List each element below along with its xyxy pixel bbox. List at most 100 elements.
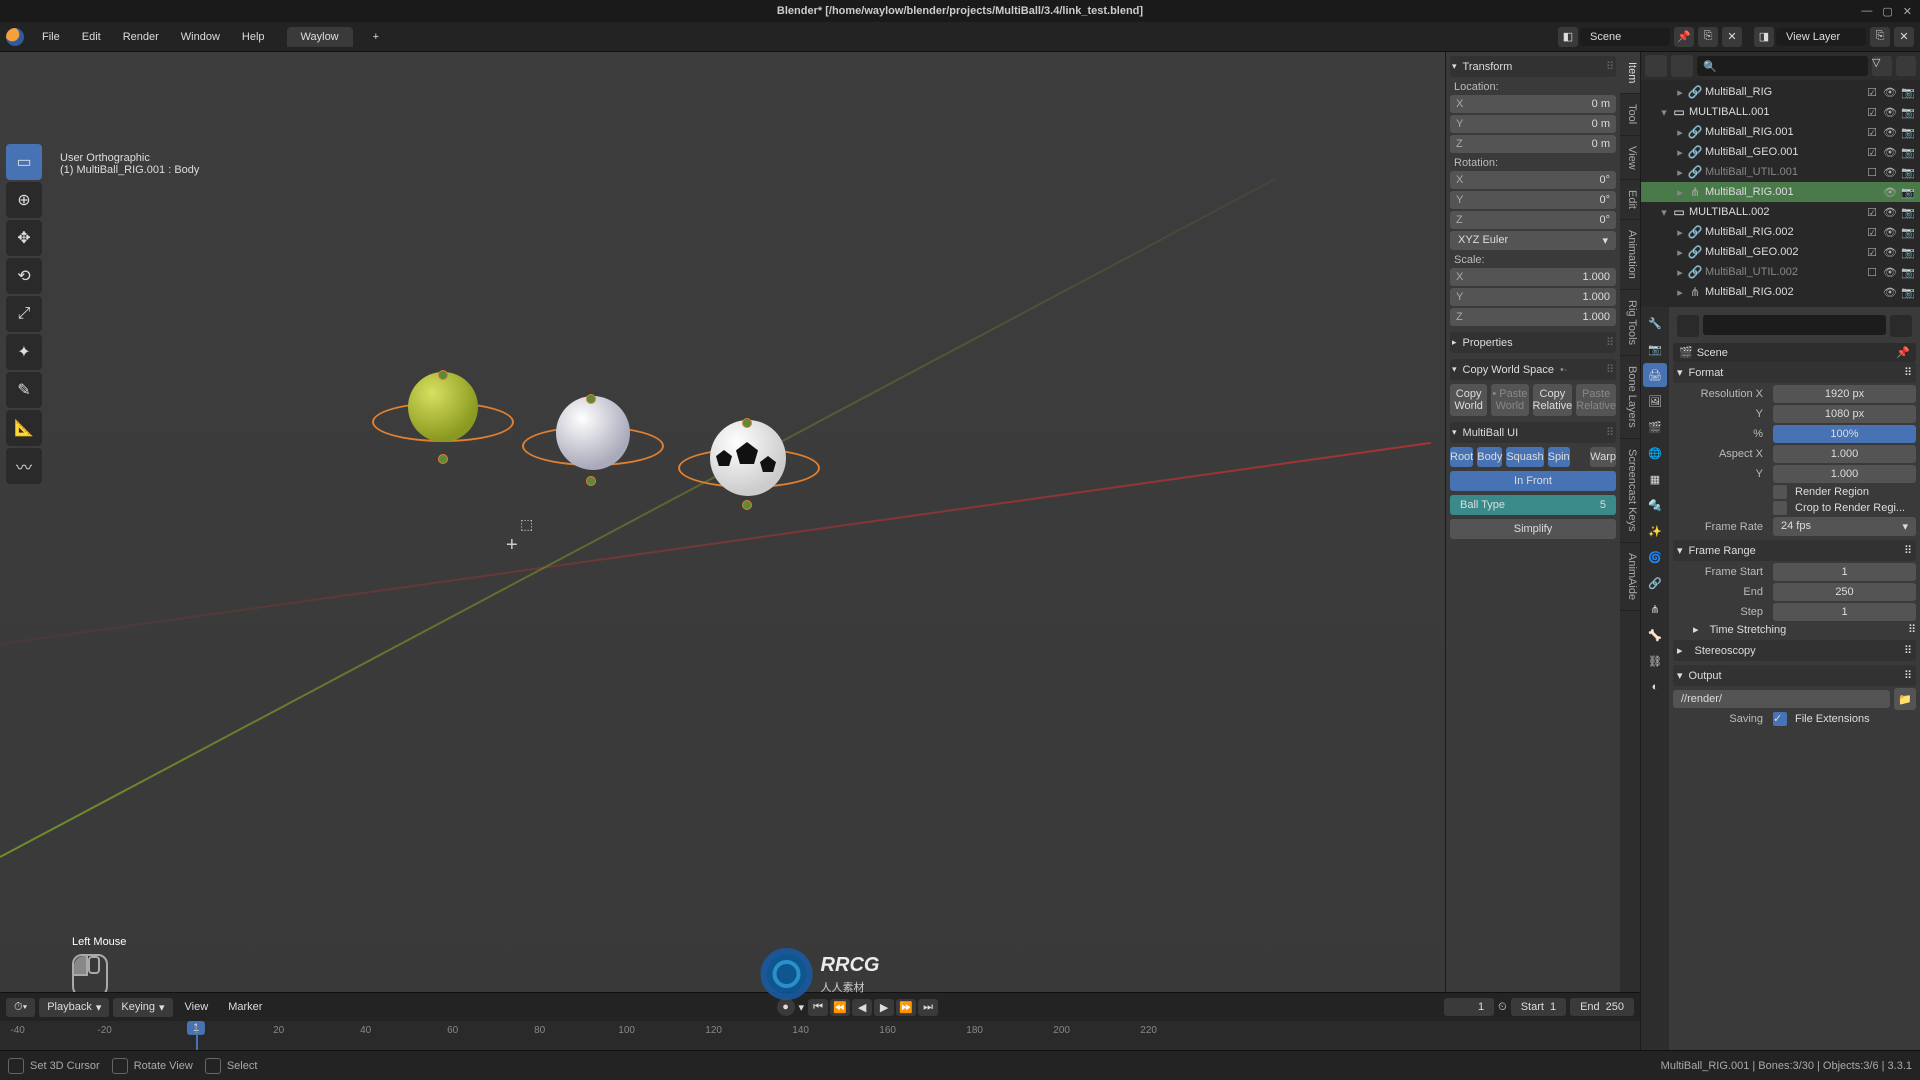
rig-handle[interactable]: [438, 370, 448, 380]
current-frame-input[interactable]: 1: [1444, 998, 1494, 1016]
visibility-eye-icon[interactable]: 👁: [1882, 106, 1898, 119]
disclosure-triangle-icon[interactable]: ▾: [1657, 206, 1671, 219]
tl-start-input[interactable]: Start1: [1511, 998, 1566, 1016]
output-header[interactable]: ▾Output⠿: [1673, 665, 1916, 686]
proptab-modifier-icon[interactable]: 🔩: [1643, 493, 1667, 517]
renderable-camera-icon[interactable]: 📷: [1900, 266, 1916, 279]
renderable-camera-icon[interactable]: 📷: [1900, 166, 1916, 179]
tool-move[interactable]: ✥: [6, 220, 42, 256]
play-icon[interactable]: ▶: [874, 999, 894, 1016]
jump-start-icon[interactable]: ⏮: [808, 999, 828, 1016]
menu-edit[interactable]: Edit: [72, 27, 111, 47]
npanel-tab-animaide[interactable]: AnimAide: [1620, 543, 1640, 611]
aspectx-input[interactable]: 1.000: [1773, 445, 1916, 463]
autokey-toggle-icon[interactable]: ●: [777, 998, 795, 1016]
spin-button[interactable]: Spin: [1548, 447, 1570, 467]
npanel-tab-rig-tools[interactable]: Rig Tools: [1620, 290, 1640, 356]
proptab-viewlayer-icon[interactable]: 🖼: [1643, 389, 1667, 413]
npanel-tab-view[interactable]: View: [1620, 136, 1640, 181]
outliner-row[interactable]: ▸⋔MultiBall_RIG.002👁📷: [1641, 282, 1920, 302]
enable-checkbox-icon[interactable]: [1864, 286, 1880, 299]
minimize-icon[interactable]: —: [1861, 5, 1872, 18]
timeline-ruler[interactable]: 1 -40-20120406080100120140160180200220: [0, 1021, 1640, 1051]
disclosure-triangle-icon[interactable]: ▸: [1673, 286, 1687, 299]
copy-relative-button[interactable]: Copy Relative: [1533, 384, 1573, 416]
proptab-render-icon[interactable]: 📷: [1643, 337, 1667, 361]
proptab-object-icon[interactable]: ▦: [1643, 467, 1667, 491]
renderable-camera-icon[interactable]: 📷: [1900, 206, 1916, 219]
outliner-row[interactable]: ▾▭MULTIBALL.002☑👁📷: [1641, 202, 1920, 222]
rig-handle[interactable]: [438, 454, 448, 464]
renderable-camera-icon[interactable]: 📷: [1900, 186, 1916, 199]
loc-y-input[interactable]: Y0 m: [1450, 115, 1616, 133]
visibility-eye-icon[interactable]: 👁: [1882, 146, 1898, 159]
disclosure-triangle-icon[interactable]: ▾: [1657, 106, 1671, 119]
visibility-eye-icon[interactable]: 👁: [1882, 246, 1898, 259]
aspecty-input[interactable]: 1.000: [1773, 465, 1916, 483]
outliner-row[interactable]: ▾▭MULTIBALL.001☑👁📷: [1641, 102, 1920, 122]
tool-extras[interactable]: 〰: [6, 448, 42, 484]
enable-checkbox-icon[interactable]: ☐: [1864, 166, 1880, 179]
keying-dropdown[interactable]: Keying ▾: [113, 998, 172, 1017]
outliner-type-dropdown[interactable]: [1645, 55, 1667, 77]
enable-checkbox-icon[interactable]: ☑: [1864, 126, 1880, 139]
pct-slider[interactable]: 100%: [1773, 425, 1916, 443]
npanel-transform-header[interactable]: ▾Transform⠿: [1450, 56, 1616, 77]
outliner-new-collection-icon[interactable]: [1896, 56, 1916, 76]
enable-checkbox-icon[interactable]: ☐: [1864, 266, 1880, 279]
tool-select-box[interactable]: ▭: [6, 144, 42, 180]
proptab-tool-icon[interactable]: 🔧: [1643, 311, 1667, 335]
outliner-row[interactable]: ▸🔗MultiBall_RIG☑👁📷: [1641, 82, 1920, 102]
visibility-eye-icon[interactable]: 👁: [1882, 86, 1898, 99]
simplify-button[interactable]: Simplify: [1450, 519, 1616, 539]
close-icon[interactable]: ✕: [1903, 5, 1912, 18]
rig-handle[interactable]: [586, 476, 596, 486]
enable-checkbox-icon[interactable]: ☑: [1864, 206, 1880, 219]
tool-measure[interactable]: 📐: [6, 410, 42, 446]
renderable-camera-icon[interactable]: 📷: [1900, 86, 1916, 99]
rot-z-input[interactable]: Z0°: [1450, 211, 1616, 229]
visibility-eye-icon[interactable]: 👁: [1882, 126, 1898, 139]
scale-z-input[interactable]: Z1.000: [1450, 308, 1616, 326]
balltype-slider[interactable]: Ball Type5: [1450, 495, 1616, 515]
outliner-row[interactable]: ▸🔗MultiBall_RIG.002☑👁📷: [1641, 222, 1920, 242]
npanel-tab-animation[interactable]: Animation: [1620, 220, 1640, 290]
key-next-icon[interactable]: ⏩: [896, 999, 916, 1016]
framerange-header[interactable]: ▾Frame Range⠿: [1673, 540, 1916, 561]
npanel-tab-item[interactable]: Item: [1620, 52, 1640, 94]
visibility-eye-icon[interactable]: 👁: [1882, 166, 1898, 179]
proptab-physics-icon[interactable]: 🌀: [1643, 545, 1667, 569]
renderable-camera-icon[interactable]: 📷: [1900, 286, 1916, 299]
npanel-cws-header[interactable]: ▾Copy World Space•·⠿: [1450, 359, 1616, 380]
tl-end-input[interactable]: End250: [1570, 998, 1634, 1016]
timestretch-header[interactable]: Time Stretching: [1710, 624, 1787, 636]
rig-handle[interactable]: [586, 394, 596, 404]
resx-input[interactable]: 1920 px: [1773, 385, 1916, 403]
scene-pin-icon[interactable]: 📌: [1674, 27, 1694, 47]
enable-checkbox-icon[interactable]: ☑: [1864, 106, 1880, 119]
viewlayer-new-icon[interactable]: ⎘: [1870, 27, 1890, 47]
stereo-header[interactable]: ▸Stereoscopy⠿: [1673, 640, 1916, 661]
disclosure-triangle-icon[interactable]: ▸: [1673, 266, 1687, 279]
workspace-tab[interactable]: Waylow: [287, 27, 353, 47]
tennis-ball[interactable]: [408, 372, 478, 442]
body-button[interactable]: Body: [1477, 447, 1502, 467]
golf-ball[interactable]: [556, 396, 630, 470]
outliner-search-input[interactable]: 🔍: [1697, 56, 1868, 76]
viewlayer-field[interactable]: View Layer: [1776, 28, 1866, 46]
scene-delete-icon[interactable]: ✕: [1722, 27, 1742, 47]
props-search-input[interactable]: [1703, 315, 1886, 335]
proptab-scene-icon[interactable]: 🎬: [1643, 415, 1667, 439]
enable-checkbox-icon[interactable]: ☑: [1864, 86, 1880, 99]
disclosure-triangle-icon[interactable]: ▸: [1673, 226, 1687, 239]
menu-window[interactable]: Window: [171, 27, 230, 47]
rig-handle[interactable]: [742, 500, 752, 510]
disclosure-triangle-icon[interactable]: ▸: [1673, 166, 1687, 179]
key-prev-icon[interactable]: ⏪: [830, 999, 850, 1016]
rot-mode-dropdown[interactable]: XYZ Euler▾: [1450, 231, 1616, 250]
outliner-row[interactable]: ▸🔗MultiBall_UTIL.001☐👁📷: [1641, 162, 1920, 182]
npanel-tab-bone-layers[interactable]: Bone Layers: [1620, 356, 1640, 439]
maximize-icon[interactable]: ▢: [1882, 5, 1892, 18]
resy-input[interactable]: 1080 px: [1773, 405, 1916, 423]
npanel-tab-edit[interactable]: Edit: [1620, 180, 1640, 220]
